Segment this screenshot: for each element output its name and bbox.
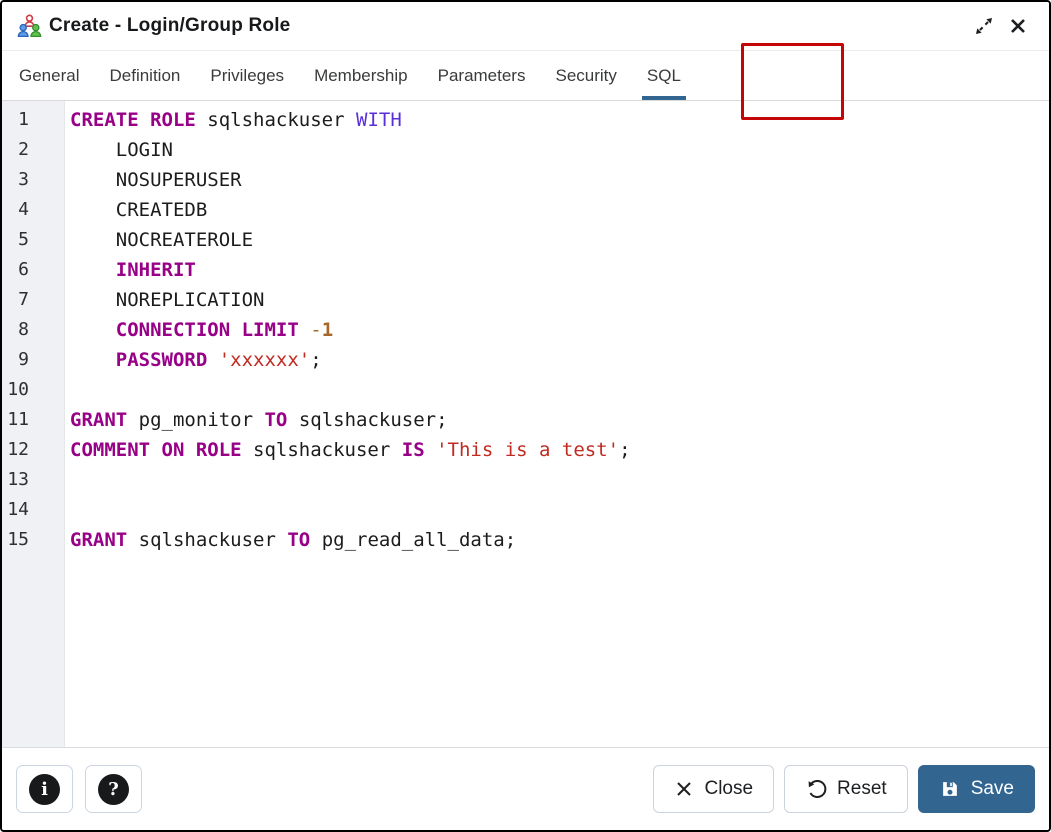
dialog-tabbar: General Definition Privileges Membership…: [2, 51, 1049, 101]
code-line: COMMENT ON ROLE sqlshackuser IS 'This is…: [70, 435, 1049, 465]
tab-membership[interactable]: Membership: [299, 51, 423, 100]
tab-definition[interactable]: Definition: [94, 51, 195, 100]
info-icon: i: [29, 774, 60, 805]
line-number: 10: [2, 375, 64, 405]
sql-editor-gutter: 123456789101112131415: [2, 101, 65, 747]
line-number: 7: [2, 285, 64, 315]
code-line: CREATEDB: [70, 195, 1049, 225]
tab-sql[interactable]: SQL: [632, 51, 696, 100]
code-line: GRANT pg_monitor TO sqlshackuser;: [70, 405, 1049, 435]
line-number: 11: [2, 405, 64, 435]
close-action-button[interactable]: Close: [653, 765, 774, 813]
sql-editor-lines[interactable]: CREATE ROLE sqlshackuser WITH LOGIN NOSU…: [65, 101, 1049, 747]
maximize-button[interactable]: [967, 9, 1001, 43]
line-number: 6: [2, 255, 64, 285]
code-line: INHERIT: [70, 255, 1049, 285]
code-line: [70, 465, 1049, 495]
line-number: 13: [2, 465, 64, 495]
code-line: NOCREATEROLE: [70, 225, 1049, 255]
dialog-help-button[interactable]: ?: [85, 765, 142, 813]
line-number: 1: [2, 105, 64, 135]
sql-editor[interactable]: 123456789101112131415 CREATE ROLE sqlsha…: [2, 101, 1049, 747]
login-group-role-icon: [16, 13, 43, 40]
question-icon: ?: [98, 774, 129, 805]
save-button[interactable]: Save: [918, 765, 1035, 813]
close-button-label: Close: [704, 778, 753, 800]
line-number: 3: [2, 165, 64, 195]
line-number: 5: [2, 225, 64, 255]
save-icon: [939, 778, 961, 800]
tab-parameters[interactable]: Parameters: [423, 51, 541, 100]
tab-privileges[interactable]: Privileges: [195, 51, 299, 100]
code-line: [70, 495, 1049, 525]
line-number: 4: [2, 195, 64, 225]
code-line: PASSWORD 'xxxxxx';: [70, 345, 1049, 375]
create-login-group-role-dialog: Create - Login/Group Role General Defini…: [0, 0, 1051, 832]
code-line: NOSUPERUSER: [70, 165, 1049, 195]
line-number: 9: [2, 345, 64, 375]
sql-help-button[interactable]: i: [16, 765, 73, 813]
dialog-titlebar: Create - Login/Group Role: [2, 2, 1049, 51]
close-button[interactable]: [1001, 9, 1035, 43]
line-number: 2: [2, 135, 64, 165]
code-line: CONNECTION LIMIT -1: [70, 315, 1049, 345]
code-line: CREATE ROLE sqlshackuser WITH: [70, 105, 1049, 135]
reset-button-label: Reset: [837, 778, 887, 800]
tab-general[interactable]: General: [4, 51, 94, 100]
line-number: 15: [2, 525, 64, 555]
dialog-title: Create - Login/Group Role: [49, 15, 290, 37]
line-number: 8: [2, 315, 64, 345]
reset-icon: [805, 778, 827, 800]
code-line: LOGIN: [70, 135, 1049, 165]
code-line: NOREPLICATION: [70, 285, 1049, 315]
close-icon: [1006, 14, 1030, 38]
code-line: GRANT sqlshackuser TO pg_read_all_data;: [70, 525, 1049, 555]
dialog-footer: i ? Close Reset: [2, 747, 1049, 830]
reset-button[interactable]: Reset: [784, 765, 908, 813]
close-x-icon: [674, 779, 694, 799]
tab-security[interactable]: Security: [540, 51, 631, 100]
line-number: 14: [2, 495, 64, 525]
maximize-icon: [972, 14, 996, 38]
save-button-label: Save: [971, 778, 1014, 800]
code-line: [70, 375, 1049, 405]
line-number: 12: [2, 435, 64, 465]
